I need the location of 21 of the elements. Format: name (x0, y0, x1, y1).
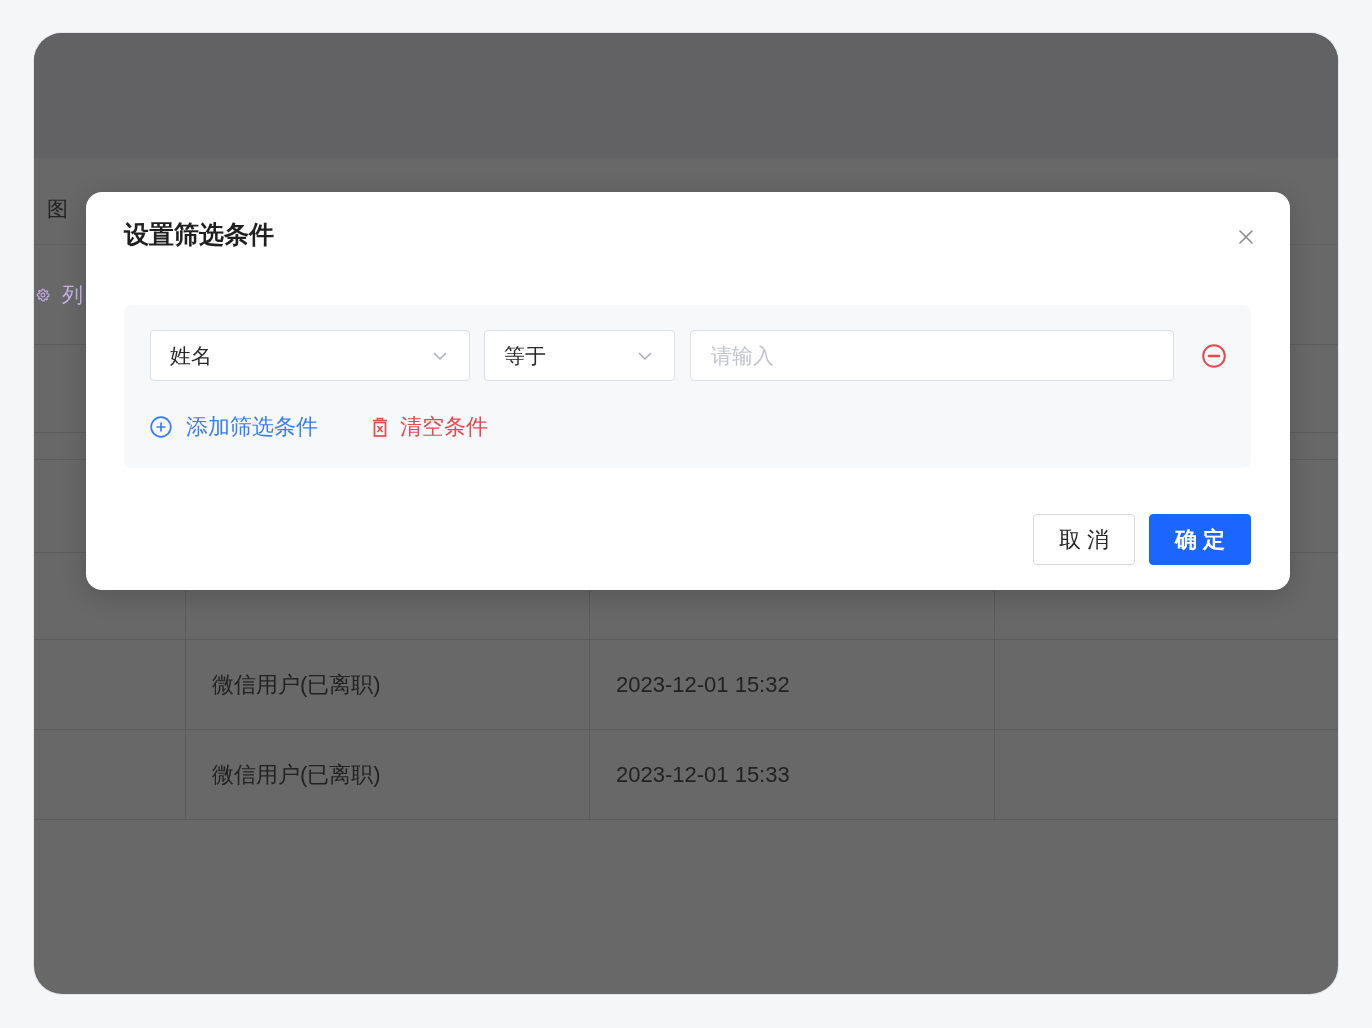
column-settings-button[interactable]: 列 (36, 280, 83, 309)
clear-conditions-button[interactable]: 清空条件 (372, 413, 488, 441)
operator-select[interactable]: 等于 (484, 330, 675, 381)
view-tab[interactable]: 图 (47, 197, 68, 220)
table-cell: 2023-12-01 15:33 (616, 761, 790, 788)
cancel-button[interactable]: 取 消 (1033, 514, 1135, 565)
value-input[interactable]: 请输入 (690, 330, 1174, 381)
chevron-down-icon (638, 351, 652, 360)
table-cell-text: 微信用户(已离职) (212, 760, 381, 789)
table-cell-text: 微信用户(已离职) (212, 670, 381, 699)
add-condition-button[interactable]: 添加筛选条件 (150, 413, 318, 441)
trash-icon (372, 417, 388, 437)
dialog-title: 设置筛选条件 (124, 219, 274, 250)
plus-circle-icon (150, 416, 172, 438)
field-select[interactable]: 姓名 (150, 330, 470, 381)
close-icon[interactable] (1239, 230, 1253, 244)
confirm-button[interactable]: 确 定 (1149, 514, 1251, 565)
chevron-down-icon (433, 351, 447, 360)
table-cell: 2023-12-01 15:32 (616, 671, 790, 698)
gear-icon (36, 287, 50, 302)
remove-condition-icon[interactable] (1202, 343, 1226, 368)
